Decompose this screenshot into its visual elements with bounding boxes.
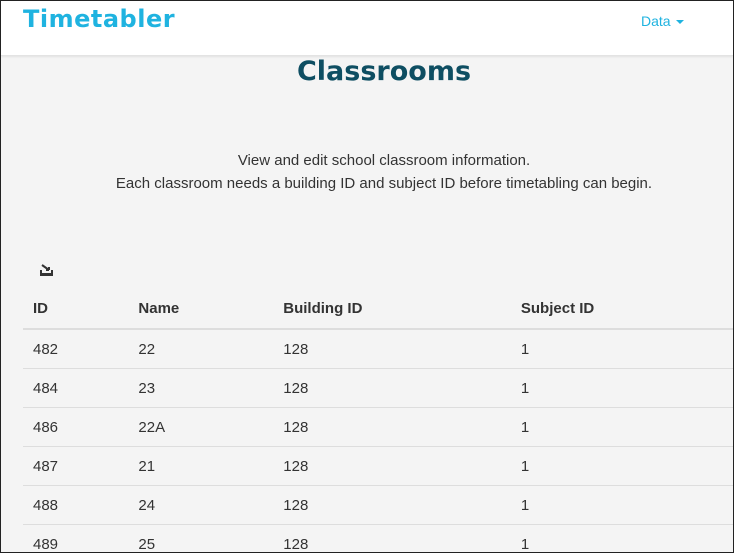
column-header-spacer <box>723 288 733 330</box>
cell-name[interactable]: 21 <box>128 446 274 486</box>
page-title: Classrooms <box>296 56 472 87</box>
table-row[interactable]: 484 23 128 1 <box>23 368 733 408</box>
page-description: View and edit school classroom informati… <box>1 149 733 195</box>
table-row[interactable]: 486 22A 128 1 <box>23 407 733 447</box>
cell-id: 489 <box>23 524 129 552</box>
description-line-1: View and edit school classroom informati… <box>237 152 531 169</box>
cell-building-id[interactable]: 128 <box>273 368 511 408</box>
cell-building-id[interactable]: 128 <box>273 524 511 552</box>
cell-subject-id[interactable]: 1 <box>510 446 723 486</box>
top-navbar: Timetabler Data <box>1 1 733 56</box>
cell-id: 487 <box>23 446 129 486</box>
cell-subject-id[interactable]: 1 <box>510 407 723 447</box>
cell-building-id[interactable]: 128 <box>273 407 511 447</box>
export-button[interactable] <box>39 263 54 277</box>
data-menu-dropdown[interactable]: Data <box>641 13 684 29</box>
cell-name[interactable]: 23 <box>128 368 274 408</box>
column-header-building-id[interactable]: Building ID <box>273 288 511 330</box>
export-icon <box>40 264 53 276</box>
cell-spacer <box>723 446 733 486</box>
table-row[interactable]: 482 22 128 1 <box>23 329 733 369</box>
cell-spacer <box>723 407 733 447</box>
table-header-row: ID Name Building ID Subject ID <box>23 288 733 330</box>
cell-spacer <box>723 368 733 408</box>
cell-name[interactable]: 25 <box>128 524 274 552</box>
cell-subject-id[interactable]: 1 <box>510 329 723 369</box>
cell-spacer <box>723 485 733 525</box>
table-row[interactable]: 487 21 128 1 <box>23 446 733 486</box>
app-window: Timetabler Data Classrooms View and edit… <box>0 0 734 553</box>
cell-building-id[interactable]: 128 <box>273 485 511 525</box>
cell-subject-id[interactable]: 1 <box>510 524 723 552</box>
description-line-2: Each classroom needs a building ID and s… <box>115 175 653 192</box>
cell-building-id[interactable]: 128 <box>273 446 511 486</box>
data-menu-label: Data <box>641 13 671 29</box>
cell-building-id[interactable]: 128 <box>273 329 511 369</box>
classrooms-table-container: ID Name Building ID Subject ID 482 22 12… <box>23 288 733 552</box>
cell-name[interactable]: 24 <box>128 485 274 525</box>
column-header-subject-id[interactable]: Subject ID <box>510 288 723 330</box>
cell-id: 486 <box>23 407 129 447</box>
classrooms-table: ID Name Building ID Subject ID 482 22 12… <box>23 288 733 552</box>
cell-name[interactable]: 22 <box>128 329 274 369</box>
cell-id: 482 <box>23 329 129 369</box>
cell-spacer <box>723 329 733 369</box>
table-row[interactable]: 488 24 128 1 <box>23 485 733 525</box>
brand-logo[interactable]: Timetabler <box>23 5 175 33</box>
cell-subject-id[interactable]: 1 <box>510 485 723 525</box>
cell-spacer <box>723 524 733 552</box>
column-header-name[interactable]: Name <box>128 288 274 330</box>
cell-name[interactable]: 22A <box>128 407 274 447</box>
column-header-id[interactable]: ID <box>23 288 129 330</box>
table-row[interactable]: 489 25 128 1 <box>23 524 733 552</box>
cell-id: 488 <box>23 485 129 525</box>
cell-id: 484 <box>23 368 129 408</box>
cell-subject-id[interactable]: 1 <box>510 368 723 408</box>
caret-down-icon <box>675 20 684 24</box>
